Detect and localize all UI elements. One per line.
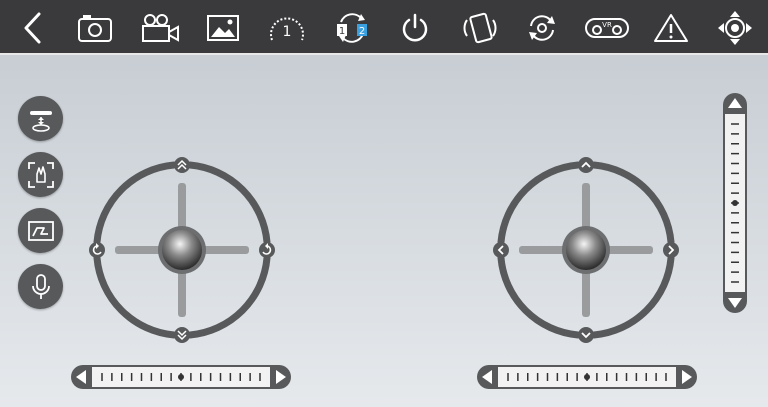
right-joystick[interactable] xyxy=(491,155,681,345)
gesture-control-button[interactable] xyxy=(18,152,63,197)
rotate-icon xyxy=(529,14,555,41)
vertical-trim-position[interactable] xyxy=(732,200,738,206)
back-button[interactable] xyxy=(8,0,58,55)
trajectory-flight-button[interactable] xyxy=(18,208,63,253)
voice-control-button[interactable] xyxy=(18,264,63,309)
rotate-button[interactable] xyxy=(517,0,567,55)
gimbal-control-icon xyxy=(718,10,752,45)
throttle-up-indicator xyxy=(174,157,190,173)
gravity-sensor-button[interactable] xyxy=(455,0,505,55)
top-toolbar: 1 1 2 VR xyxy=(0,0,768,55)
vr-label: VR xyxy=(602,21,612,29)
gallery-icon xyxy=(207,14,239,41)
right-joystick-knob[interactable] xyxy=(566,230,606,270)
warning-button[interactable] xyxy=(646,0,696,55)
left-trim-position[interactable] xyxy=(178,374,184,380)
left-joystick-knob[interactable] xyxy=(162,230,202,270)
left-trim-slider[interactable] xyxy=(70,364,292,390)
vr-icon: VR xyxy=(585,17,629,38)
yaw-right-indicator xyxy=(259,242,275,258)
switch-label-2: 2 xyxy=(359,26,365,37)
warning-icon xyxy=(654,13,688,42)
gallery-button[interactable] xyxy=(198,0,248,55)
trajectory-icon xyxy=(27,220,54,241)
speed-level-text: 1 xyxy=(283,24,292,40)
vertical-trim-slider[interactable] xyxy=(722,92,748,314)
takeoff-landing-icon xyxy=(29,110,52,132)
left-joystick[interactable] xyxy=(87,155,277,345)
roll-left-indicator xyxy=(493,242,509,258)
yaw-left-indicator xyxy=(89,242,105,258)
speed-button[interactable]: 1 xyxy=(262,0,312,55)
roll-right-indicator xyxy=(663,242,679,258)
switch-label-1: 1 xyxy=(339,26,345,37)
photo-button[interactable] xyxy=(70,0,120,55)
microphone-icon xyxy=(31,273,50,299)
power-icon xyxy=(402,13,428,41)
back-icon xyxy=(24,12,41,43)
pitch-backward-indicator xyxy=(578,327,594,343)
right-trim-slider[interactable] xyxy=(476,364,698,390)
takeoff-landing-button[interactable] xyxy=(18,96,63,141)
pitch-forward-indicator xyxy=(578,157,594,173)
speed-gauge-icon: 1 xyxy=(270,17,304,40)
vr-mode-button[interactable]: VR xyxy=(582,0,632,55)
gimbal-control-button[interactable] xyxy=(710,0,760,55)
throttle-down-indicator xyxy=(174,327,190,343)
phone-tilt-icon xyxy=(463,12,497,43)
video-camera-icon xyxy=(142,13,179,42)
record-video-button[interactable] xyxy=(135,0,185,55)
right-trim-position[interactable] xyxy=(584,374,590,380)
camera-switch-icon: 1 2 xyxy=(337,12,367,43)
power-button[interactable] xyxy=(390,0,440,55)
gesture-icon xyxy=(27,161,54,188)
camera-switch-button[interactable]: 1 2 xyxy=(327,0,377,55)
camera-icon xyxy=(78,14,112,42)
